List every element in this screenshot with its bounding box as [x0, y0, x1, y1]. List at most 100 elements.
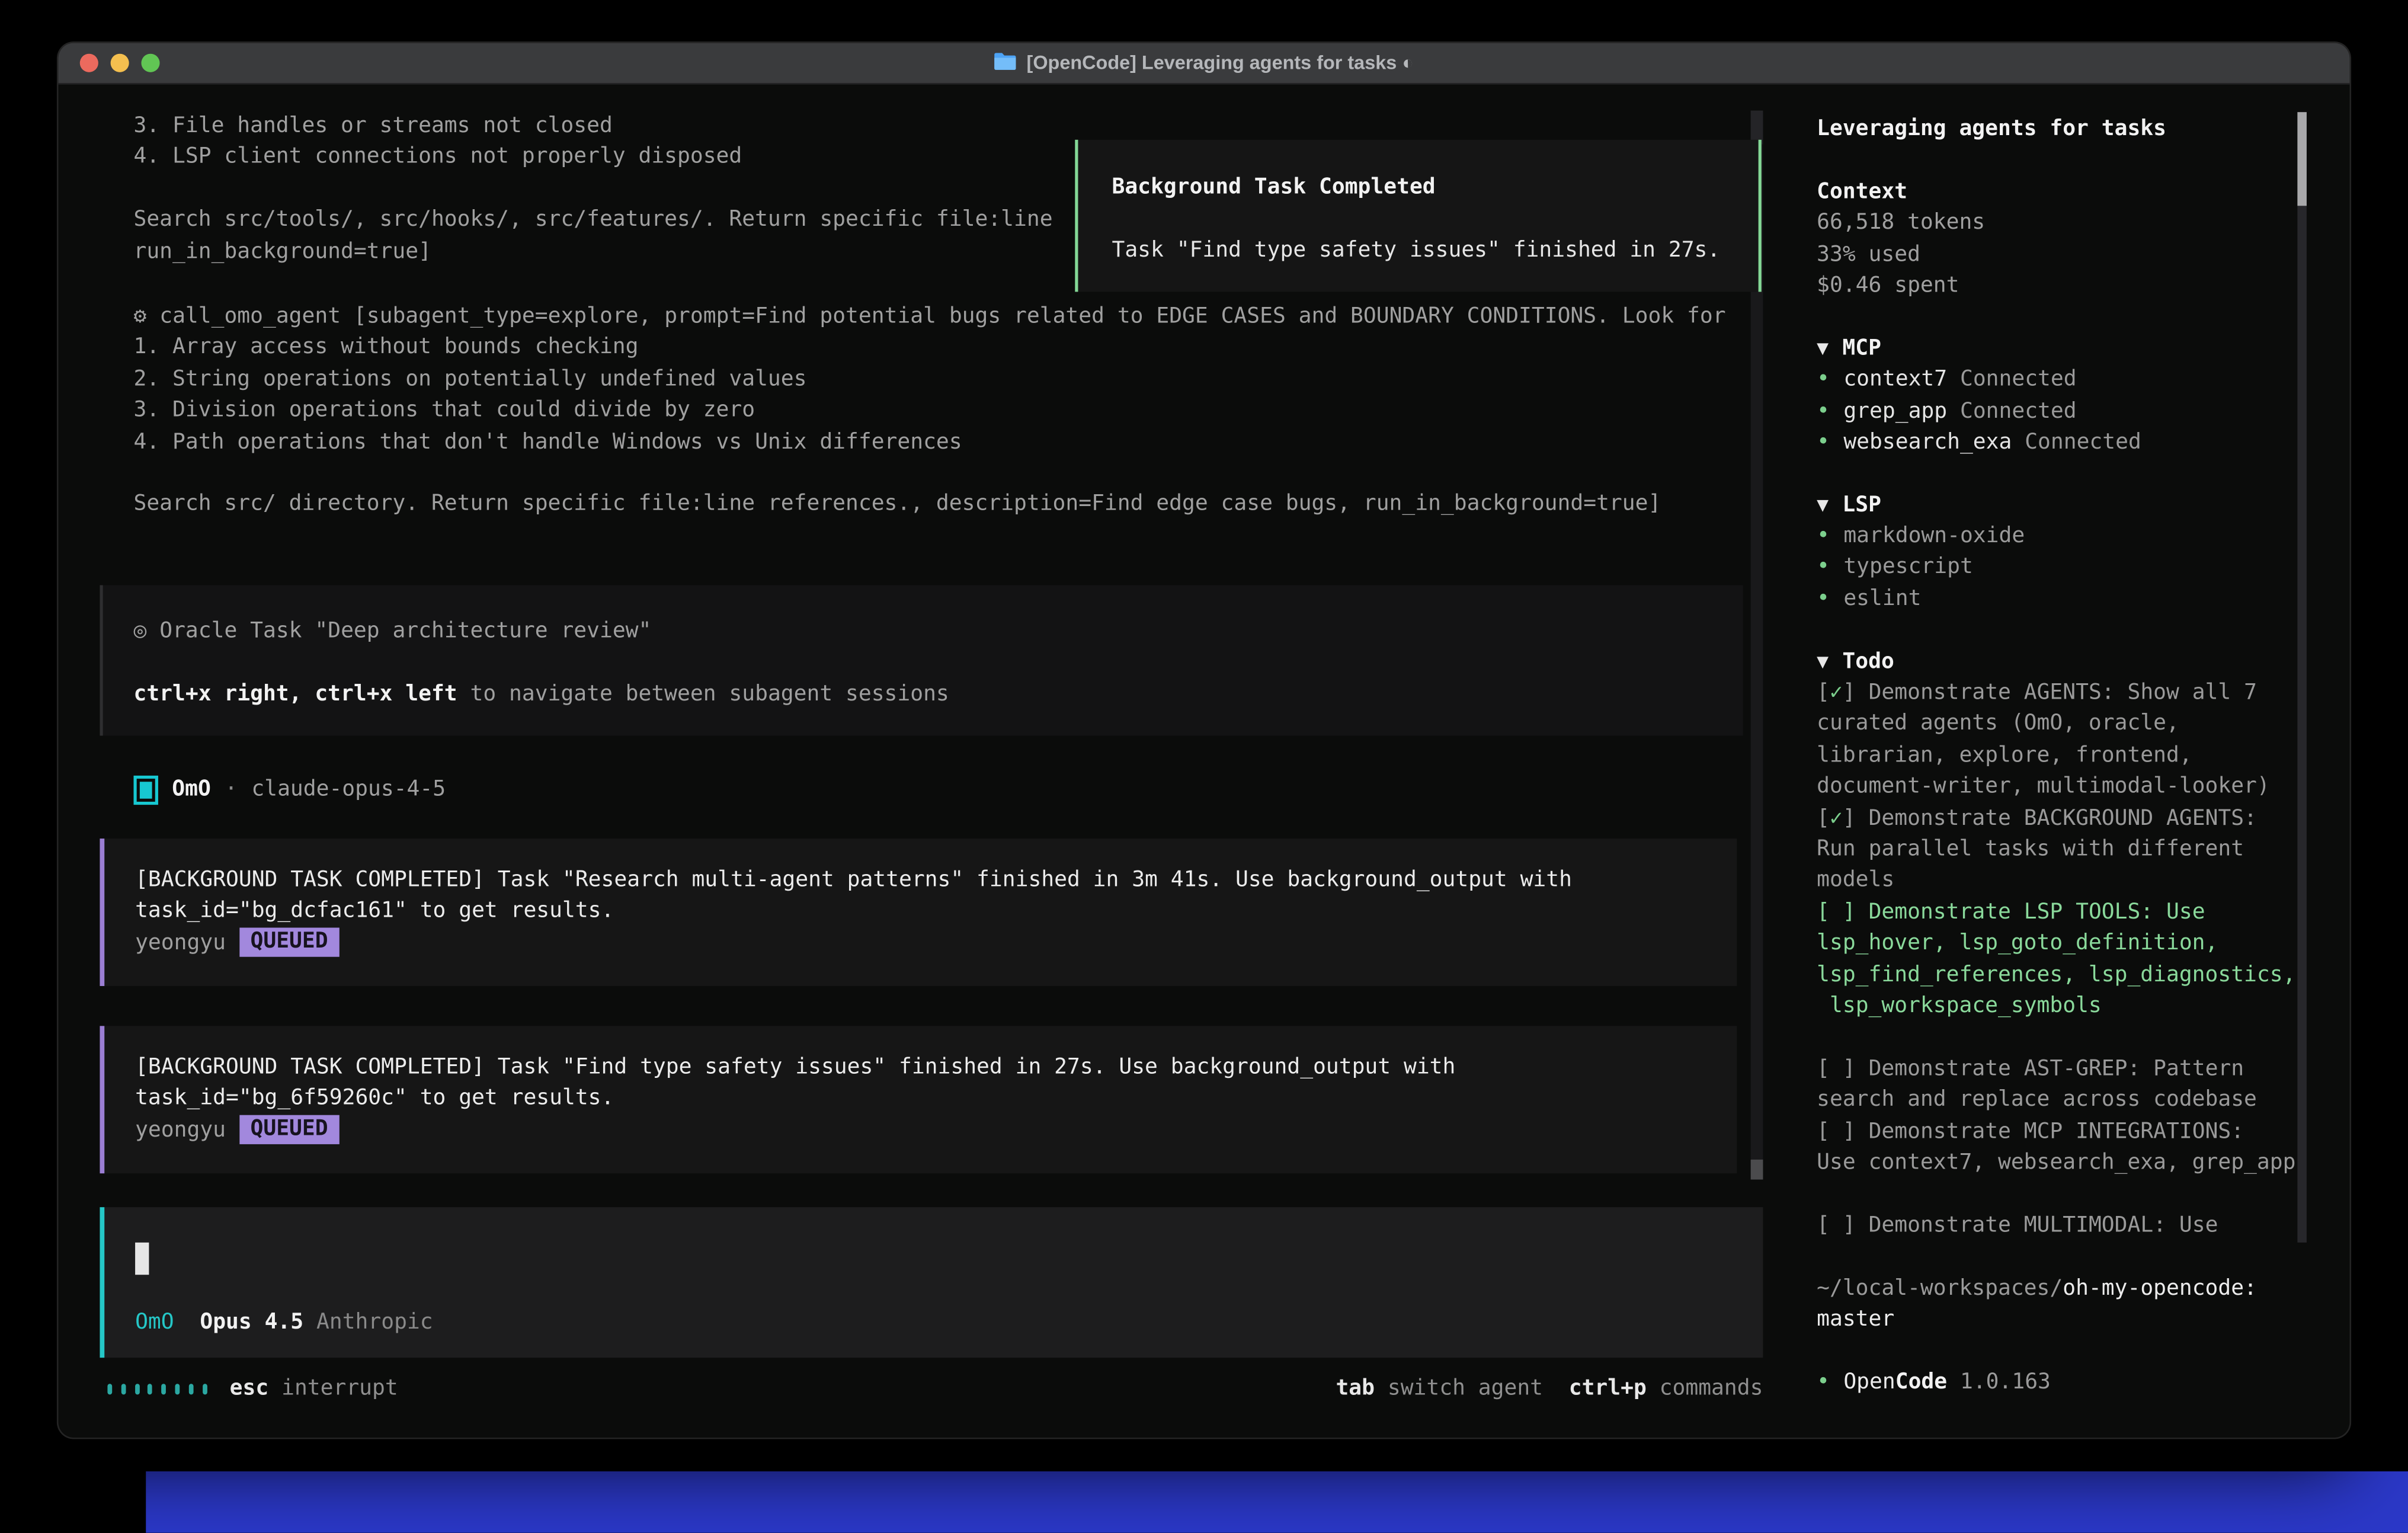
- status-badge: QUEUED: [239, 1116, 338, 1145]
- output-line: 3. File handles or streams not closed: [133, 111, 1116, 142]
- task-result-line2: task_id="bg_dcfac161" to get results.: [135, 896, 1737, 927]
- window-titlebar[interactable]: [OpenCode] Leveraging agents for tasks ◐: [58, 43, 2349, 85]
- todo-heading-row[interactable]: ▼Todo: [1817, 646, 2311, 677]
- mcp-status: Connected: [1947, 399, 2076, 423]
- toast-title: Background Task Completed: [1112, 172, 1758, 203]
- todo-item: [ ] Demonstrate LSP TOOLS: Use lsp_hover…: [1817, 897, 2311, 1022]
- oracle-task-title-line: ◎ Oracle Task "Deep architecture review": [133, 616, 1743, 647]
- workspace-repo: oh-my-opencode:: [2063, 1276, 2257, 1300]
- gear-icon: ⚙: [133, 304, 146, 328]
- brand-name-bold: Code: [1895, 1370, 1947, 1394]
- mcp-heading-row[interactable]: ▼MCP: [1817, 333, 2311, 364]
- bullet-icon: •: [1817, 1370, 1830, 1394]
- checkmark-icon: ✓: [1830, 806, 1843, 830]
- checkbox-bracket: ]: [1843, 1213, 1869, 1237]
- lsp-item: •eslint: [1817, 584, 2311, 615]
- context-used: 33% used: [1817, 239, 2311, 270]
- bullet-icon: •: [1817, 367, 1830, 392]
- workspace-branch: master: [1817, 1304, 2311, 1336]
- main-scrollbar-thumb[interactable]: [1751, 1160, 1763, 1180]
- checkbox-bracket: ]: [1843, 1057, 1869, 1081]
- activity-spinner-dots: [107, 1383, 206, 1394]
- version-number: 1.0.163: [1947, 1370, 2051, 1394]
- mcp-name: grep_app: [1843, 399, 1947, 423]
- sidebar-scrollbar-thumb[interactable]: [2297, 112, 2307, 206]
- workspace-path-prefix: ~/local-workspaces/: [1817, 1276, 2063, 1300]
- todo-text: Demonstrate AST-GREP: Pattern search and…: [1817, 1057, 2257, 1112]
- tool-call-line: 3. Division operations that could divide…: [133, 395, 1761, 427]
- todo-item: [✓] Demonstrate BACKGROUND AGENTS: Run p…: [1817, 803, 2311, 897]
- tool-call-line: Search src/ directory. Return specific f…: [133, 489, 1761, 520]
- lsp-heading: LSP: [1842, 492, 1881, 517]
- oracle-hint-line: ctrl+x right, ctrl+x left to navigate be…: [133, 679, 1743, 710]
- checkbox-bracket: [: [1817, 1057, 1830, 1081]
- collapse-triangle-icon: ▼: [1817, 497, 1829, 514]
- agent-header: OmO · claude-opus-4-5: [133, 773, 446, 806]
- session-title: Leveraging agents for tasks: [1817, 114, 2311, 145]
- spacer: [174, 1307, 200, 1338]
- status-left: esc interrupt: [107, 1376, 398, 1400]
- oracle-task-box: ◎ Oracle Task "Deep architecture review"…: [100, 585, 1743, 735]
- checkbox-bracket: [: [1817, 680, 1830, 705]
- checkbox-bracket: [: [1817, 1213, 1830, 1237]
- task-result-meta: yeongyu QUEUED: [135, 1115, 1737, 1146]
- hint-keys: ctrl+x right, ctrl+x left: [133, 681, 457, 706]
- collapse-triangle-icon: ▼: [1817, 654, 1829, 671]
- bullet-icon: •: [1817, 399, 1830, 423]
- checkbox-empty: [1830, 1119, 1843, 1144]
- agent-square-icon: [133, 775, 158, 804]
- opencode-terminal-window: [OpenCode] Leveraging agents for tasks ◐…: [58, 43, 2349, 1438]
- output-line: [133, 173, 1116, 204]
- tab-key-hint: tab: [1336, 1376, 1375, 1400]
- checkmark-icon: ✓: [1830, 680, 1843, 705]
- mcp-item: •websearch_exa Connected: [1817, 427, 2311, 458]
- prompt-input[interactable]: OmO Opus 4.5 Anthropic: [100, 1207, 1763, 1358]
- checkbox-bracket: ]: [1843, 1119, 1869, 1144]
- session-sidebar: Leveraging agents for tasks Context 66,5…: [1794, 83, 2349, 1438]
- bullet-icon: •: [1817, 524, 1830, 548]
- mcp-section: ▼MCP • context7 Connected • grep_app Conne…: [1817, 333, 2311, 458]
- output-line: 4. LSP client connections not properly d…: [133, 142, 1116, 173]
- lsp-name: markdown-oxide: [1843, 524, 2025, 548]
- status-right: tab switch agent ctrl+p commands: [1336, 1376, 1763, 1400]
- todo-section: ▼Todo [✓] Demonstrate AGENTS: Show all 7…: [1817, 646, 2311, 1241]
- mcp-item: • context7 Connected: [1817, 364, 2311, 396]
- separator-dot: ·: [225, 777, 238, 801]
- desktop: [OpenCode] Leveraging agents for tasks ◐…: [0, 0, 2408, 1533]
- input-meta-row: OmO Opus 4.5 Anthropic: [135, 1307, 433, 1338]
- bullet-icon: •: [1817, 555, 1830, 580]
- context-tokens: 66,518 tokens: [1817, 207, 2311, 239]
- workspace-path: ~/local-workspaces/oh-my-opencode:: [1817, 1273, 2311, 1304]
- mcp-status: Connected: [1947, 367, 2076, 392]
- ctrlp-key-hint: ctrl+p: [1569, 1376, 1647, 1400]
- mcp-name: context7: [1843, 367, 1947, 392]
- input-model-name[interactable]: Opus 4.5: [200, 1307, 303, 1338]
- task-result-line1: [BACKGROUND TASK COMPLETED] Task "Find t…: [135, 1052, 1737, 1083]
- todo-text: Demonstrate MULTIMODAL: Use: [1869, 1213, 2218, 1237]
- input-provider-name: Anthropic: [316, 1307, 433, 1338]
- checkbox-bracket: [: [1817, 900, 1830, 924]
- checkbox-empty: [1830, 1057, 1843, 1081]
- task-result-line2: task_id="bg_6f59260c" to get results.: [135, 1083, 1737, 1115]
- lsp-name: eslint: [1843, 587, 1921, 611]
- esc-key-hint: esc: [230, 1376, 269, 1400]
- version-row: •OpenCode 1.0.163: [1817, 1366, 2311, 1398]
- lsp-name: typescript: [1843, 555, 1972, 580]
- window-title: [OpenCode] Leveraging agents for tasks ◐: [1027, 52, 1414, 73]
- todo-item: [ ] Demonstrate MCP INTEGRATIONS: Use co…: [1817, 1116, 2311, 1179]
- collapse-triangle-icon: ▼: [1817, 341, 1829, 358]
- background-task-toast: Background Task Completed Task "Find typ…: [1075, 140, 1762, 292]
- todo-item: [✓] Demonstrate AGENTS: Show all 7 curat…: [1817, 677, 2311, 803]
- sidebar-scrollbar-track[interactable]: [2297, 112, 2307, 1243]
- tab-key-label: switch agent: [1375, 1376, 1543, 1400]
- checkbox-bracket: ]: [1843, 680, 1869, 705]
- tool-call-line: 4. Path operations that don't handle Win…: [133, 426, 1761, 457]
- lsp-heading-row[interactable]: ▼ LSP: [1817, 489, 2311, 521]
- ctrlp-key-label: commands: [1647, 1376, 1763, 1400]
- checkbox-bracket: [: [1817, 1119, 1830, 1144]
- lsp-item: • markdown-oxide: [1817, 521, 2311, 552]
- bullet-icon: •: [1817, 430, 1830, 454]
- output-line: run_in_background=true]: [133, 236, 1116, 267]
- hint-text: to navigate between subagent sessions: [457, 681, 949, 706]
- mcp-name: websearch_exa: [1843, 430, 2012, 454]
